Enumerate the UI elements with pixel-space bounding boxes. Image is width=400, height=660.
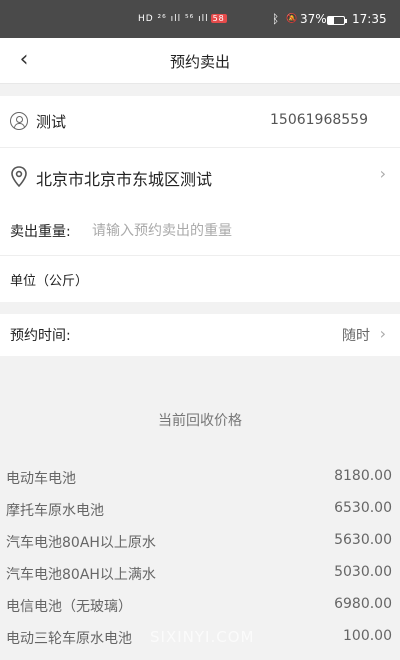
item-name: 汽车电池80AH以上原水 bbox=[6, 535, 156, 551]
appointment-time-value: 随时 bbox=[342, 328, 370, 344]
item-name: 电信电池（无玻璃） bbox=[6, 599, 132, 615]
weight-input[interactable] bbox=[92, 220, 382, 242]
notification-badge: 58 bbox=[210, 14, 227, 23]
item-price: 8180.00 bbox=[334, 468, 392, 484]
weight-card: 卖出重量: 单位（公斤） bbox=[0, 206, 400, 302]
weight-row: 卖出重量: bbox=[0, 206, 400, 256]
page-title: 预约卖出 bbox=[169, 53, 230, 71]
contact-row: 测试 15061968559 bbox=[0, 96, 400, 148]
list-item: 电动车电池 8180.00 bbox=[0, 462, 400, 494]
price-list-title: 当前回收价格 bbox=[158, 413, 242, 429]
signal-icon: HD ²⁶ ıll ⁵⁶ ıll 58 bbox=[138, 14, 227, 24]
weight-label: 卖出重量: bbox=[10, 224, 71, 240]
item-price: 5630.00 bbox=[334, 532, 392, 548]
item-price: 6530.00 bbox=[334, 500, 392, 516]
mute-icon: 🔕 bbox=[286, 14, 298, 24]
item-price: 5030.00 bbox=[334, 564, 392, 580]
contact-phone: 15061968559 bbox=[270, 112, 368, 128]
list-item: 汽车电池80AH以上满水 5030.00 bbox=[0, 558, 400, 590]
contact-card: 测试 15061968559 北京市北京市东城区测试 › bbox=[0, 96, 400, 208]
battery-icon bbox=[327, 16, 347, 25]
item-name: 摩托车原水电池 bbox=[6, 503, 104, 519]
list-item: 电信电池（无玻璃） 6980.00 bbox=[0, 590, 400, 622]
location-pin-icon bbox=[11, 166, 27, 188]
chevron-right-icon: › bbox=[379, 164, 386, 183]
chevron-right-icon: › bbox=[379, 324, 386, 343]
clock: 17:35 bbox=[352, 12, 387, 26]
unit-label: 单位（公斤） bbox=[10, 274, 89, 289]
watermark: SIXINYI.COM bbox=[150, 628, 255, 646]
unit-row: 单位（公斤） bbox=[0, 256, 400, 302]
item-price: 100.00 bbox=[343, 628, 392, 644]
list-item: 摩托车原水电池 6530.00 bbox=[0, 494, 400, 526]
address-row[interactable]: 北京市北京市东城区测试 › bbox=[0, 148, 400, 208]
appointment-time-label: 预约时间: bbox=[10, 328, 71, 344]
user-icon bbox=[10, 112, 28, 130]
price-list: 当前回收价格 电动车电池 8180.00 摩托车原水电池 6530.00 汽车电… bbox=[0, 356, 400, 660]
appointment-time-row[interactable]: 预约时间: 随时 › bbox=[0, 314, 400, 356]
item-name: 电动车电池 bbox=[6, 471, 76, 487]
bluetooth-icon: ᛒ bbox=[272, 12, 280, 26]
item-price: 6980.00 bbox=[334, 596, 392, 612]
address-text: 北京市北京市东城区测试 bbox=[36, 170, 213, 189]
item-name: 电动三轮车原水电池 bbox=[6, 631, 132, 647]
contact-name: 测试 bbox=[36, 113, 67, 131]
status-bar: HD ²⁶ ıll ⁵⁶ ıll 58 ᛒ 🔕 37% 17:35 bbox=[0, 0, 400, 38]
nav-bar: ‹ 预约卖出 bbox=[0, 38, 400, 84]
list-item: 汽车电池80AH以上原水 5630.00 bbox=[0, 526, 400, 558]
battery-percent: 37% bbox=[300, 12, 327, 26]
item-name: 汽车电池80AH以上满水 bbox=[6, 567, 156, 583]
